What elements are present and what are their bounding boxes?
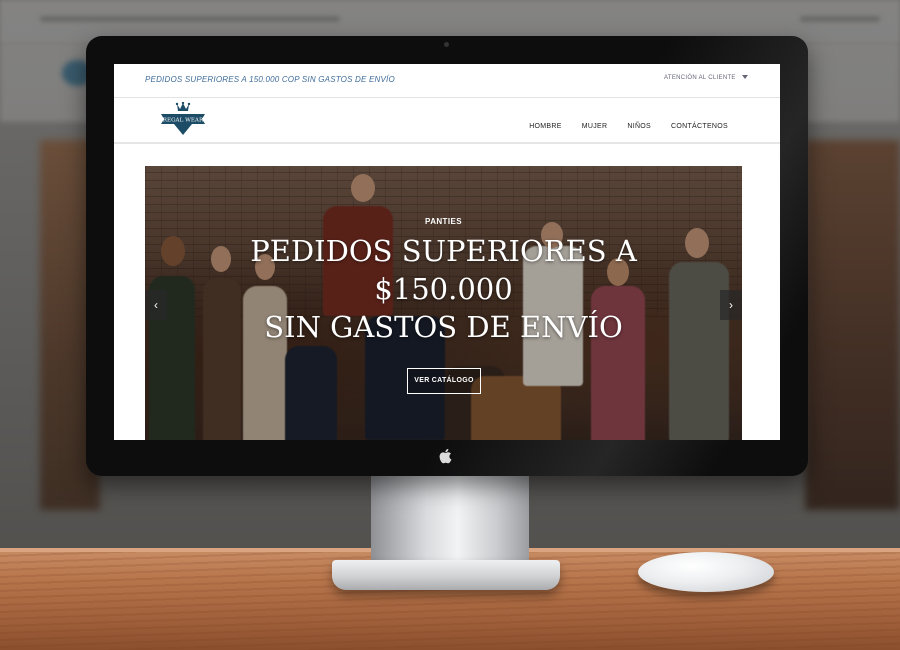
promo-text: PEDIDOS SUPERIORES A 150.000 COP SIN GAS… <box>145 75 395 84</box>
magic-mouse <box>638 552 774 592</box>
background-photo-right <box>805 140 900 510</box>
website-screen: PEDIDOS SUPERIORES A 150.000 COP SIN GAS… <box>114 64 780 440</box>
hero-title: PEDIDOS SUPERIORES A $150.000 SIN GASTOS… <box>145 232 742 346</box>
logo-text: REGAL WEAR <box>163 118 204 124</box>
nav-item-hombre[interactable]: HOMBRE <box>529 123 562 130</box>
background-text <box>40 16 340 22</box>
main-menu: HOMBRE MUJER NIÑOS CONTÁCTENOS <box>529 123 728 130</box>
nav-item-mujer[interactable]: MUJER <box>582 123 608 130</box>
hero-carousel: PANTIES PEDIDOS SUPERIORES A $150.000 SI… <box>145 166 742 440</box>
carousel-prev-button[interactable]: ‹ <box>145 290 167 320</box>
view-catalog-button[interactable]: VER CATÁLOGO <box>407 368 481 394</box>
carousel-next-button[interactable]: › <box>720 290 742 320</box>
customer-service-dropdown[interactable]: ATENCIÓN AL CLIENTE <box>664 75 748 81</box>
monitor-stand-base <box>332 560 560 590</box>
chevron-down-icon <box>741 75 748 80</box>
customer-service-label: ATENCIÓN AL CLIENTE <box>664 75 736 81</box>
hero-title-line: PEDIDOS SUPERIORES A <box>250 234 637 268</box>
top-bar: PEDIDOS SUPERIORES A 150.000 COP SIN GAS… <box>114 64 780 98</box>
brand-logo[interactable]: REGAL WEAR <box>159 102 207 136</box>
hero-tag: PANTIES <box>425 217 462 226</box>
camera-icon <box>444 42 449 47</box>
monitor-stand <box>371 474 529 569</box>
background-text <box>800 16 880 22</box>
nav-item-ninos[interactable]: NIÑOS <box>627 123 651 130</box>
chevron-left-icon: ‹ <box>154 298 158 312</box>
hero-title-line: $150.000 <box>374 272 513 306</box>
nav-item-contactenos[interactable]: CONTÁCTENOS <box>671 123 728 130</box>
hero-title-line: SIN GASTOS DE ENVÍO <box>264 310 623 344</box>
crown-icon <box>175 102 191 111</box>
chevron-right-icon: › <box>729 298 733 312</box>
apple-icon <box>438 448 454 466</box>
main-navbar: REGAL WEAR HOMBRE MUJER NIÑOS CONTÁCTENO… <box>114 98 780 144</box>
